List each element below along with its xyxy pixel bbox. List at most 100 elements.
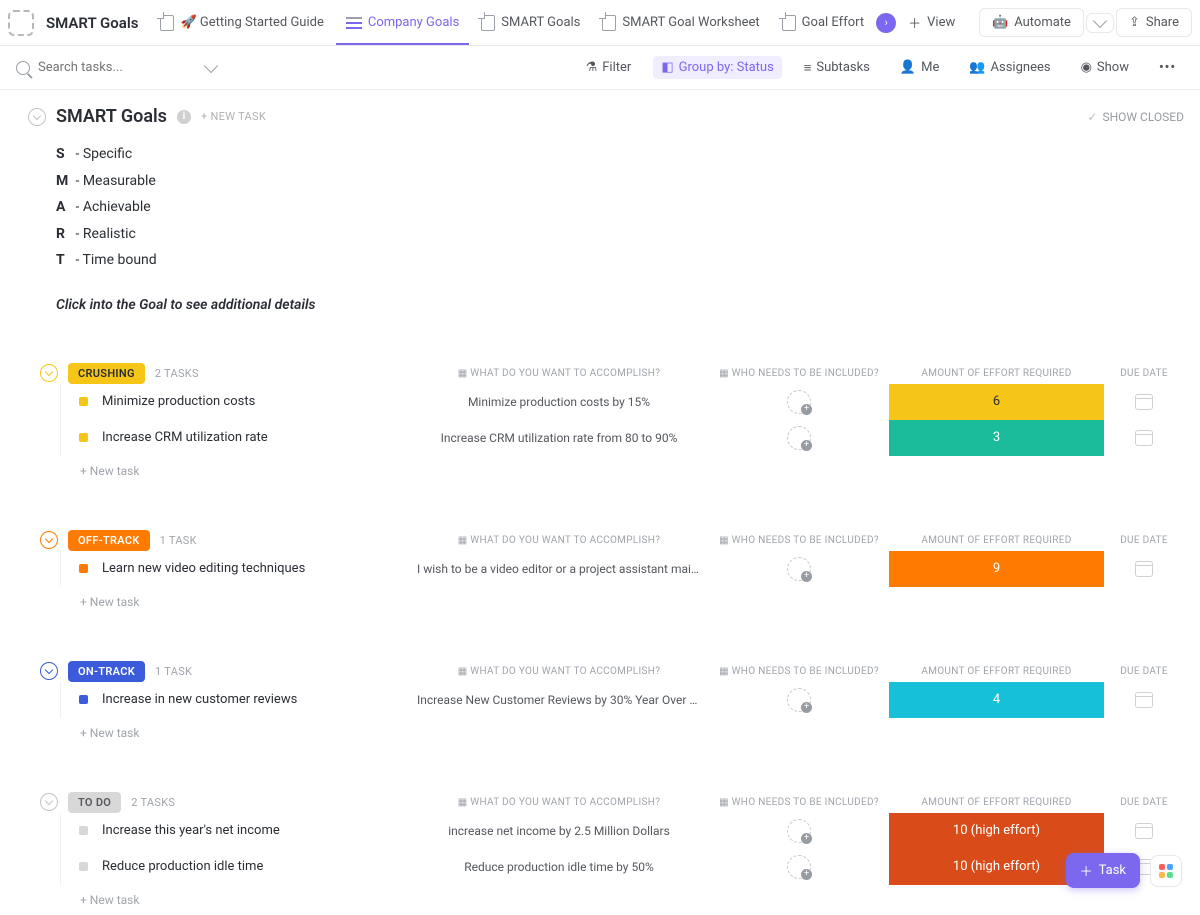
new-task-header[interactable]: + NEW TASK xyxy=(201,110,266,123)
task-row[interactable]: Learn new video editing techniquesI wish… xyxy=(60,551,1184,587)
task-effort[interactable]: 6 xyxy=(889,384,1104,420)
subtasks-icon: ≡ xyxy=(804,60,812,76)
col-accomplish[interactable]: ▦ WHAT DO YOU WANT TO ACCOMPLISH? xyxy=(409,368,709,379)
col-accomplish[interactable]: ▦ WHAT DO YOU WANT TO ACCOMPLISH? xyxy=(409,666,709,677)
calendar-icon[interactable] xyxy=(1135,430,1153,446)
col-who[interactable]: ▦ WHO NEEDS TO BE INCLUDED? xyxy=(709,535,889,546)
col-due[interactable]: DUE DATE xyxy=(1104,535,1184,546)
status-pill[interactable]: TO DO xyxy=(68,792,121,813)
task-row[interactable]: Reduce production idle timeReduce produc… xyxy=(60,849,1184,885)
column-headers: ▦ WHAT DO YOU WANT TO ACCOMPLISH?▦ WHO N… xyxy=(409,666,1184,677)
add-assignee-icon[interactable] xyxy=(787,426,811,450)
task-name[interactable]: Increase in new customer reviews xyxy=(102,692,382,707)
more-menu[interactable]: ••• xyxy=(1151,56,1184,79)
collapse-icon[interactable] xyxy=(28,108,46,126)
tab-goal-effort[interactable]: Goal Effort xyxy=(772,9,874,37)
col-accomplish[interactable]: ▦ WHAT DO YOU WANT TO ACCOMPLISH? xyxy=(409,797,709,808)
show-button[interactable]: ◉Show xyxy=(1073,56,1137,79)
status-pill[interactable]: CRUSHING xyxy=(68,363,145,384)
collapse-group-icon[interactable] xyxy=(40,662,58,680)
tab--getting-started-guide[interactable]: 🚀 Getting Started Guide xyxy=(150,9,333,37)
new-task-row[interactable]: + New task xyxy=(80,456,1184,486)
status-pill[interactable]: OFF-TRACK xyxy=(68,530,150,551)
col-effort[interactable]: AMOUNT OF EFFORT REQUIRED xyxy=(889,535,1104,546)
task-name[interactable]: Increase CRM utilization rate xyxy=(102,430,382,445)
add-assignee-icon[interactable] xyxy=(787,855,811,879)
status-square-icon[interactable] xyxy=(79,564,88,573)
new-task-row[interactable]: + New task xyxy=(80,885,1184,915)
tab-smart-goal-worksheet[interactable]: SMART Goal Worksheet xyxy=(592,9,769,37)
automate-dropdown[interactable] xyxy=(1086,13,1114,33)
group-header: TO DO 2 TASKS ▦ WHAT DO YOU WANT TO ACCOMP… xyxy=(28,792,1184,813)
search-input[interactable] xyxy=(38,60,178,75)
share-icon: ⇪ xyxy=(1129,15,1140,30)
col-effort[interactable]: AMOUNT OF EFFORT REQUIRED xyxy=(889,666,1104,677)
col-due[interactable]: DUE DATE xyxy=(1104,368,1184,379)
group-by-button[interactable]: ◧Group by: Status xyxy=(653,56,781,79)
task-effort[interactable]: 4 xyxy=(889,682,1104,718)
automate-button[interactable]: 🤖 Automate xyxy=(979,8,1084,37)
collapse-group-icon[interactable] xyxy=(40,364,58,382)
new-task-fab[interactable]: ＋ Task xyxy=(1066,853,1140,888)
col-who[interactable]: ▦ WHO NEEDS TO BE INCLUDED? xyxy=(709,797,889,808)
col-due[interactable]: DUE DATE xyxy=(1104,797,1184,808)
status-square-icon[interactable] xyxy=(79,695,88,704)
workspace-title[interactable]: SMART Goals xyxy=(36,8,148,38)
chevron-down-icon[interactable] xyxy=(204,58,218,72)
assignees-button[interactable]: 👥Assignees xyxy=(961,56,1058,79)
task-effort[interactable]: 9 xyxy=(889,551,1104,587)
collapse-group-icon[interactable] xyxy=(40,793,58,811)
task-assignee-cell xyxy=(709,557,889,581)
add-assignee-icon[interactable] xyxy=(787,819,811,843)
calendar-icon[interactable] xyxy=(1135,561,1153,577)
task-name[interactable]: Reduce production idle time xyxy=(102,859,382,874)
status-square-icon[interactable] xyxy=(79,826,88,835)
col-who[interactable]: ▦ WHO NEEDS TO BE INCLUDED? xyxy=(709,666,889,677)
calendar-icon[interactable] xyxy=(1135,394,1153,410)
task-row[interactable]: Increase in new customer reviewsIncrease… xyxy=(60,682,1184,718)
task-name[interactable]: Increase this year's net income xyxy=(102,823,382,838)
toolbar: ⚗Filter ◧Group by: Status ≡Subtasks 👤Me … xyxy=(0,46,1200,90)
status-pill[interactable]: ON-TRACK xyxy=(68,661,145,682)
col-accomplish[interactable]: ▦ WHAT DO YOU WANT TO ACCOMPLISH? xyxy=(409,535,709,546)
add-view-button[interactable]: ＋ View xyxy=(898,7,965,38)
new-task-row[interactable]: + New task xyxy=(80,718,1184,748)
task-row[interactable]: Minimize production costsMinimize produc… xyxy=(60,384,1184,420)
task-name[interactable]: Learn new video editing techniques xyxy=(102,561,382,576)
show-closed-button[interactable]: ✓SHOW CLOSED xyxy=(1087,110,1184,124)
task-name[interactable]: Minimize production costs xyxy=(102,394,382,409)
info-icon[interactable]: i xyxy=(177,110,191,124)
col-effort[interactable]: AMOUNT OF EFFORT REQUIRED xyxy=(889,368,1104,379)
calendar-icon[interactable] xyxy=(1135,692,1153,708)
collapse-group-icon[interactable] xyxy=(40,531,58,549)
filter-button[interactable]: ⚗Filter xyxy=(578,56,640,79)
grid-icon xyxy=(1159,864,1173,878)
col-who[interactable]: ▦ WHO NEEDS TO BE INCLUDED? xyxy=(709,368,889,379)
me-button[interactable]: 👤Me xyxy=(892,56,947,79)
subtasks-label: Subtasks xyxy=(816,60,870,75)
status-square-icon[interactable] xyxy=(79,433,88,442)
task-effort[interactable]: 10 (high effort) xyxy=(889,813,1104,849)
scroll-tabs-icon[interactable]: › xyxy=(876,13,896,33)
status-square-icon[interactable] xyxy=(79,397,88,406)
robot-icon: 🤖 xyxy=(992,15,1008,30)
apps-fab[interactable] xyxy=(1150,855,1182,887)
subtasks-button[interactable]: ≡ Subtasks xyxy=(796,56,878,80)
task-row[interactable]: Increase CRM utilization rateIncrease CR… xyxy=(60,420,1184,456)
tab-smart-goals[interactable]: SMART Goals xyxy=(471,9,590,37)
share-button[interactable]: ⇪ Share xyxy=(1116,8,1192,37)
add-assignee-icon[interactable] xyxy=(787,688,811,712)
task-accomplish: increase net income by 2.5 Million Dolla… xyxy=(409,824,709,838)
calendar-icon[interactable] xyxy=(1135,823,1153,839)
col-effort[interactable]: AMOUNT OF EFFORT REQUIRED xyxy=(889,797,1104,808)
task-row[interactable]: Increase this year's net income increase … xyxy=(60,813,1184,849)
add-assignee-icon[interactable] xyxy=(787,557,811,581)
status-square-icon[interactable] xyxy=(79,862,88,871)
col-due[interactable]: DUE DATE xyxy=(1104,666,1184,677)
add-assignee-icon[interactable] xyxy=(787,390,811,414)
workspace-logo[interactable] xyxy=(8,10,34,36)
task-count: 2 TASKS xyxy=(131,796,175,809)
new-task-row[interactable]: + New task xyxy=(80,587,1184,617)
task-effort[interactable]: 3 xyxy=(889,420,1104,456)
tab-company-goals[interactable]: Company Goals xyxy=(336,9,469,36)
